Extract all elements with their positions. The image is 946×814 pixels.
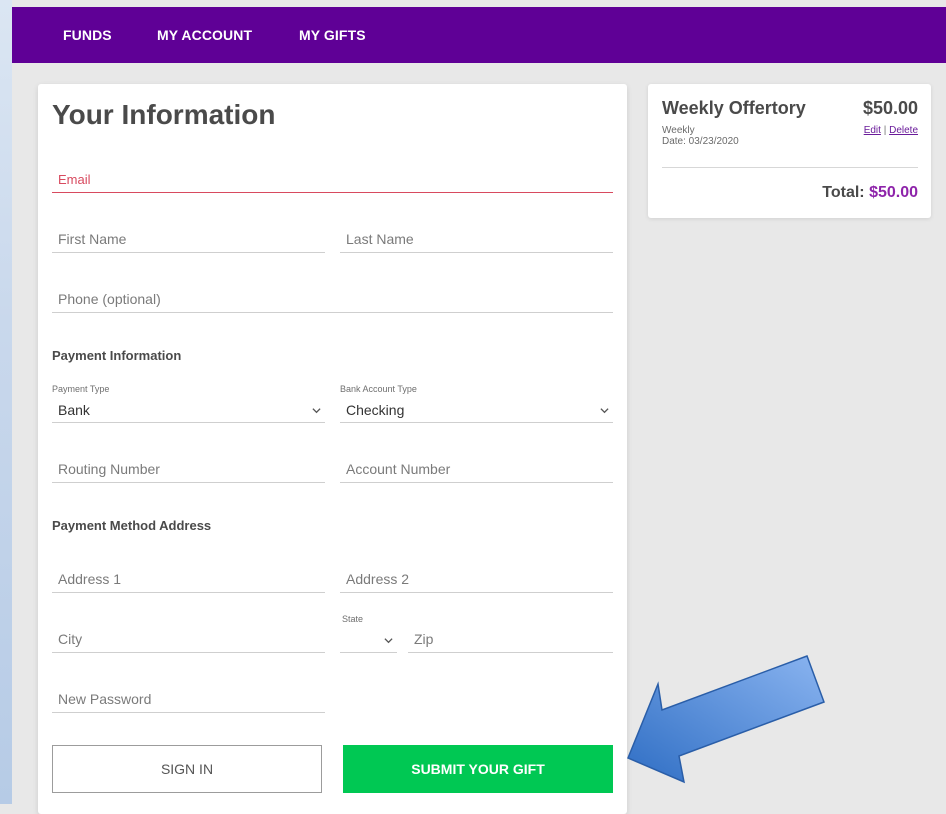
account-number-placeholder: Account Number bbox=[346, 461, 451, 477]
state-select[interactable] bbox=[340, 630, 397, 653]
gift-summary-card: Weekly Offertory $50.00 Weekly Date: 03/… bbox=[648, 84, 931, 218]
state-label: State bbox=[342, 614, 364, 624]
city-field[interactable]: City bbox=[52, 626, 325, 653]
nav-funds[interactable]: FUNDS bbox=[63, 27, 112, 43]
first-name-placeholder: First Name bbox=[58, 231, 127, 247]
zip-field[interactable]: Zip bbox=[408, 626, 613, 653]
nav-my-gifts[interactable]: MY GIFTS bbox=[299, 27, 366, 43]
email-field[interactable]: Email bbox=[52, 166, 613, 193]
payment-type-select[interactable]: Bank bbox=[52, 400, 325, 423]
summary-divider bbox=[662, 167, 918, 168]
pointer-arrow bbox=[627, 655, 825, 784]
new-password-placeholder: New Password bbox=[58, 691, 152, 707]
edit-link[interactable]: Edit bbox=[864, 125, 881, 136]
bank-account-type-label: Bank Account Type bbox=[340, 384, 417, 394]
address-2-field[interactable]: Address 2 bbox=[340, 566, 613, 593]
gift-actions: Edit | Delete bbox=[864, 125, 918, 136]
last-name-placeholder: Last Name bbox=[346, 231, 414, 247]
page-title: Your Information bbox=[52, 99, 276, 130]
payment-information-heading: Payment Information bbox=[52, 348, 182, 363]
bank-account-type-select[interactable]: Checking bbox=[340, 400, 613, 423]
chevron-down-icon bbox=[384, 638, 393, 644]
account-number-field[interactable]: Account Number bbox=[340, 456, 613, 483]
routing-number-field[interactable]: Routing Number bbox=[52, 456, 325, 483]
address-1-field[interactable]: Address 1 bbox=[52, 566, 325, 593]
submit-gift-button[interactable]: SUBMIT YOUR GIFT bbox=[343, 745, 613, 793]
payment-type-label: Payment Type bbox=[52, 384, 110, 394]
information-form-card: Your Information Email First Name Last N… bbox=[38, 84, 627, 814]
total-label: Total: bbox=[822, 184, 865, 201]
routing-number-placeholder: Routing Number bbox=[58, 461, 160, 477]
fund-name: Weekly Offertory bbox=[662, 98, 806, 118]
zip-placeholder: Zip bbox=[414, 631, 434, 647]
address-1-placeholder: Address 1 bbox=[58, 571, 122, 587]
address-2-placeholder: Address 2 bbox=[346, 571, 410, 587]
payment-method-address-heading: Payment Method Address bbox=[52, 518, 212, 533]
city-placeholder: City bbox=[58, 631, 83, 647]
link-separator: | bbox=[883, 125, 887, 136]
top-navigation-bar: FUNDS MY ACCOUNT MY GIFTS bbox=[12, 7, 946, 63]
total-amount: $50.00 bbox=[869, 184, 918, 201]
phone-placeholder: Phone (optional) bbox=[58, 291, 161, 307]
left-background-strip bbox=[0, 0, 12, 804]
last-name-field[interactable]: Last Name bbox=[340, 226, 613, 253]
gift-amount: $50.00 bbox=[862, 98, 918, 118]
gift-frequency: Weekly bbox=[662, 125, 695, 136]
bank-account-type-value: Checking bbox=[346, 402, 405, 418]
phone-field[interactable]: Phone (optional) bbox=[52, 286, 613, 313]
nav-my-account[interactable]: MY ACCOUNT bbox=[157, 27, 252, 43]
payment-type-value: Bank bbox=[58, 402, 90, 418]
total-line: Total: $50.00 bbox=[822, 184, 918, 202]
new-password-field[interactable]: New Password bbox=[52, 686, 325, 713]
chevron-down-icon bbox=[312, 408, 321, 414]
email-placeholder: Email bbox=[58, 172, 91, 187]
gift-date: Date: 03/23/2020 bbox=[662, 136, 739, 147]
first-name-field[interactable]: First Name bbox=[52, 226, 325, 253]
delete-link[interactable]: Delete bbox=[889, 125, 918, 136]
chevron-down-icon bbox=[600, 408, 609, 414]
sign-in-button[interactable]: SIGN IN bbox=[52, 745, 322, 793]
